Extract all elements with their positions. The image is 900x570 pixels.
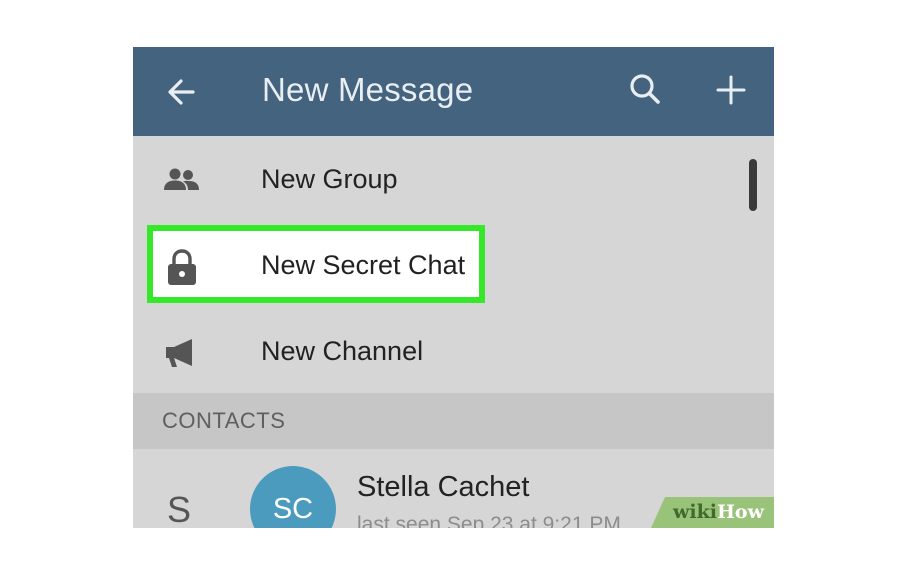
contact-status: last seen Sep 23 at 9:21 PM [357,513,621,528]
back-button[interactable] [159,69,205,115]
search-icon [630,74,660,104]
menu-item-new-secret-chat[interactable]: New Secret Chat [133,222,774,308]
avatar: SC [250,466,336,528]
watermark-how: How [716,501,764,523]
watermark-text: wikiHow [673,501,764,523]
lock-icon [159,244,205,290]
screenshot-frame: New Message New Group New Secret Chat Ne… [133,47,774,528]
page-title: New Message [262,71,474,108]
search-button[interactable] [623,67,669,113]
arrow-left-icon [168,79,195,105]
watermark-wiki: wiki [673,501,717,523]
menu-item-new-channel[interactable]: New Channel [133,308,774,394]
section-header-contacts: CONTACTS [133,393,774,449]
menu-item-label: New Secret Chat [261,250,466,280]
section-label: CONTACTS [162,408,286,433]
add-button[interactable] [708,67,754,113]
group-icon [159,158,205,204]
wikihow-watermark: wikiHow [651,497,774,528]
menu-item-label: New Channel [261,336,424,366]
menu-item-new-group[interactable]: New Group [133,136,774,222]
menu-item-label: New Group [261,164,398,194]
contact-name: Stella Cachet [357,471,530,503]
app-bar: New Message [133,47,774,136]
index-letter: S [167,489,192,528]
megaphone-icon [159,330,205,376]
plus-icon [716,75,746,105]
